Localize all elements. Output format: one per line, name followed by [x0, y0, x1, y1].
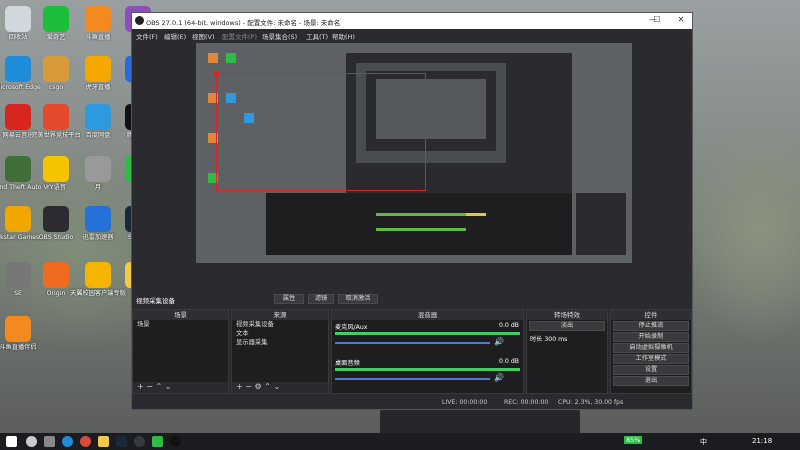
- track-meter: [335, 332, 520, 335]
- menu-scene-collection[interactable]: 场景集合(S): [262, 31, 297, 41]
- live-status: LIVE: 00:00:00: [442, 399, 488, 406]
- mixer-track: 桌面音频 0.0 dB 🔊: [332, 356, 523, 392]
- obs-icon[interactable]: [134, 436, 145, 447]
- properties-button[interactable]: 属性: [274, 294, 304, 304]
- start-recording-button[interactable]: 开始录制: [613, 332, 689, 342]
- app-icon: [43, 156, 69, 182]
- rec-status: REC: 00:00:00: [504, 399, 549, 406]
- taskview-icon[interactable]: [44, 436, 55, 447]
- transitions-title: 转场特效: [527, 310, 607, 320]
- duration-row: 时长 300 ms: [527, 332, 607, 345]
- wechat-icon[interactable]: [152, 436, 163, 447]
- close-button[interactable]: ✕: [670, 15, 692, 27]
- preview-canvas[interactable]: [196, 43, 632, 290]
- title-bar[interactable]: OBS 27.0.1 (64-bit, windows) - 配置文件: 未命名…: [132, 13, 692, 29]
- transition-select[interactable]: 淡出: [529, 321, 605, 331]
- battery-indicator[interactable]: 85%: [624, 436, 643, 444]
- app-icon: [43, 6, 69, 32]
- source-item[interactable]: 文本: [232, 329, 328, 338]
- track-db: 0.0 dB: [499, 322, 519, 329]
- mixer-dock: 混音器 麦克风/Aux 0.0 dB 🔊 桌面音频 0.0 dB 🔊: [331, 309, 524, 394]
- qq-icon[interactable]: [170, 436, 181, 447]
- desktop-icon-label: 斗鱼直播伴侣: [0, 344, 37, 351]
- ime-indicator[interactable]: 中: [700, 437, 707, 447]
- duration-input[interactable]: 300 ms: [544, 336, 567, 343]
- scenes-title: 场景: [133, 310, 228, 320]
- source-toolbar: 视频采集设备 属性 滤镜 取消激活: [132, 292, 692, 307]
- stop-streaming-button[interactable]: 停止推流: [613, 321, 689, 331]
- scenes-dock: 场景 场景 + − ⌃ ⌄: [132, 309, 229, 394]
- speaker-icon[interactable]: 🔊: [494, 373, 504, 382]
- explorer-icon[interactable]: [98, 436, 109, 447]
- maximize-button[interactable]: ☐: [646, 15, 668, 27]
- virtual-camera-button[interactable]: 启动虚拟摄像机: [613, 343, 689, 353]
- filters-button[interactable]: 滤镜: [308, 294, 334, 304]
- taskbar: 85% 中 21:18: [0, 433, 800, 450]
- window-title: OBS 27.0.1 (64-bit, windows) - 配置文件: 未命名…: [146, 19, 341, 27]
- source-item[interactable]: 视频采集设备: [232, 320, 328, 329]
- controls-title: 控件: [611, 310, 691, 320]
- menu-help[interactable]: 帮助(H): [332, 31, 355, 41]
- settings-button[interactable]: 设置: [613, 365, 689, 375]
- scenes-toolbar: + − ⌃ ⌄: [133, 382, 228, 393]
- chrome-icon[interactable]: [80, 436, 91, 447]
- steam-icon[interactable]: [116, 436, 127, 447]
- scene-item[interactable]: 场景: [133, 320, 228, 329]
- app-icon: [43, 104, 69, 130]
- mixer-title: 混音器: [332, 310, 523, 320]
- cpu-status: CPU: 2.3%, 30.00 fps: [558, 399, 624, 406]
- app-icon: [43, 56, 69, 82]
- sources-title: 来源: [232, 310, 328, 320]
- app-icon: [43, 262, 69, 288]
- controls-dock: 控件 停止推流 开始录制 启动虚拟摄像机 工作室模式 设置 退出: [610, 309, 692, 394]
- volume-slider[interactable]: [335, 378, 490, 380]
- desktop-icon[interactable]: 斗鱼直播伴侣: [0, 316, 48, 352]
- sources-dock: 来源 视频采集设备 文本 显示器采集 + − ⚙ ⌃ ⌄: [231, 309, 329, 394]
- selected-source-name: 视频采集设备: [136, 297, 175, 305]
- volume-slider[interactable]: [335, 342, 490, 344]
- status-bar: LIVE: 00:00:00 REC: 00:00:00 CPU: 2.3%, …: [132, 397, 692, 409]
- speaker-icon[interactable]: 🔊: [494, 337, 504, 346]
- duration-label: 时长: [530, 336, 543, 343]
- menu-file[interactable]: 文件(F): [136, 31, 158, 41]
- app-icon: [5, 316, 31, 342]
- source-item[interactable]: 显示器采集: [232, 338, 328, 347]
- menu-edit[interactable]: 编辑(E): [164, 31, 186, 41]
- menu-tools[interactable]: 工具(T): [306, 31, 328, 41]
- track-meter: [335, 368, 520, 371]
- deactivate-button[interactable]: 取消激活: [338, 294, 378, 304]
- track-name: 桌面音频: [335, 360, 360, 367]
- edge-icon[interactable]: [62, 436, 73, 447]
- menu-profile[interactable]: 配置文件(P): [222, 31, 257, 41]
- menu-bar: 文件(F) 编辑(E) 视图(V) 配置文件(P) 场景集合(S) 工具(T) …: [132, 29, 692, 41]
- track-name: 麦克风/Aux: [335, 324, 368, 331]
- sources-toolbar: + − ⚙ ⌃ ⌄: [232, 382, 328, 393]
- menu-view[interactable]: 视图(V): [192, 31, 215, 41]
- app-icon: [43, 206, 69, 232]
- obs-logo-icon: [135, 16, 144, 25]
- mixer-track: 麦克风/Aux 0.0 dB 🔊: [332, 320, 523, 356]
- search-icon[interactable]: [26, 436, 37, 447]
- source-selection-box[interactable]: [214, 71, 426, 191]
- transitions-dock: 转场特效 淡出 时长 300 ms: [526, 309, 608, 394]
- exit-button[interactable]: 退出: [613, 376, 689, 386]
- track-db: 0.0 dB: [499, 358, 519, 365]
- windows-icon[interactable]: [6, 436, 17, 447]
- studio-mode-button[interactable]: 工作室模式: [613, 354, 689, 364]
- obs-window: OBS 27.0.1 (64-bit, windows) - 配置文件: 未命名…: [131, 12, 693, 410]
- clock[interactable]: 21:18: [752, 437, 772, 445]
